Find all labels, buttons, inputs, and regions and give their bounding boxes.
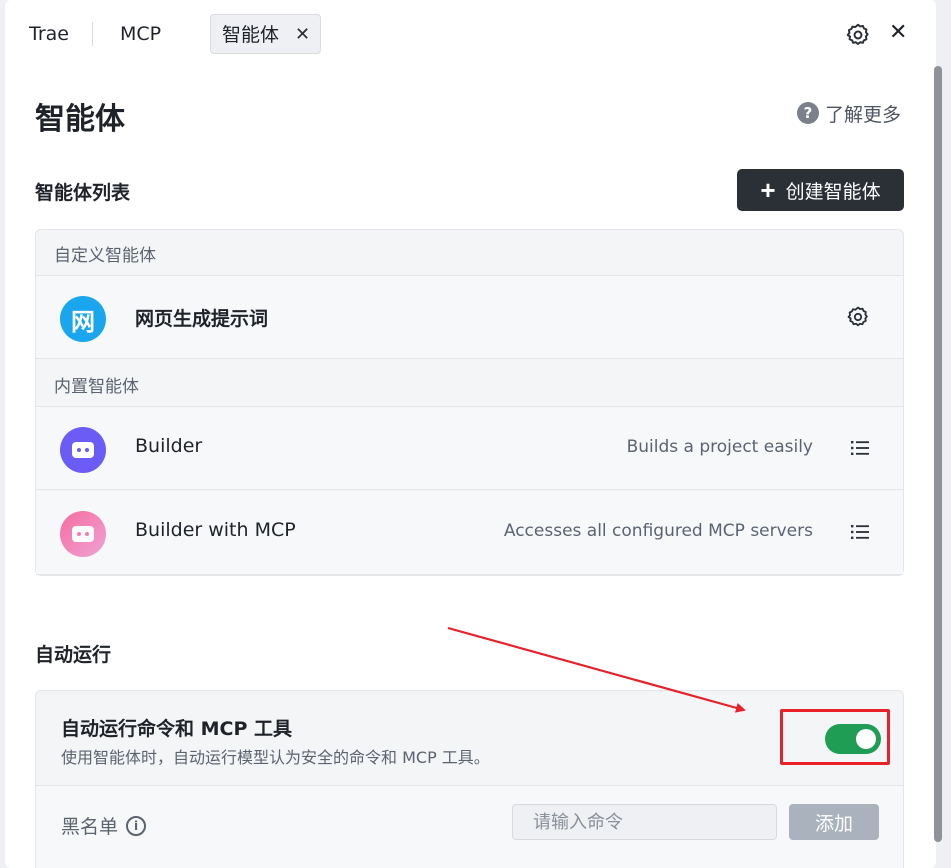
avatar [60, 511, 106, 557]
auto-run-title: 自动运行 [35, 644, 112, 666]
learn-more-label: 了解更多 [825, 103, 902, 126]
agent-list: 自定义智能体 网 网页生成提示词 内置智能体 Builder Builds a … [35, 229, 904, 576]
create-agent-label: 创建智能体 [785, 181, 881, 203]
agent-name: Builder with MCP [135, 519, 296, 541]
tab-separator [92, 22, 93, 46]
scrollbar[interactable] [934, 66, 942, 842]
question-circle-icon: ? [797, 102, 819, 124]
blacklist-row: 黑名单 i 添加 [36, 785, 903, 868]
gear-icon[interactable] [845, 22, 871, 48]
list-item[interactable]: 网 网页生成提示词 [36, 275, 903, 359]
create-agent-button[interactable]: + 创建智能体 [737, 169, 904, 211]
tab-agents-label: 智能体 [222, 24, 280, 46]
plus-icon: + [760, 175, 776, 205]
tab-bar: Trae MCP 智能体 ✕ ✕ [5, 0, 936, 70]
agent-description: Accesses all configured MCP servers [503, 521, 813, 541]
info-icon[interactable]: i [126, 815, 147, 836]
blacklist-label-text: 黑名单 [61, 816, 119, 838]
avatar: 网 [60, 296, 106, 342]
command-input[interactable] [512, 804, 777, 840]
avatar [60, 427, 106, 473]
close-icon[interactable]: ✕ [889, 18, 907, 48]
robot-icon [72, 442, 94, 458]
builtin-agents-label: 内置智能体 [54, 377, 139, 397]
agent-list-title: 智能体列表 [35, 182, 131, 204]
robot-icon [72, 526, 94, 542]
highlight-box [780, 709, 890, 765]
list-item[interactable]: Builder with MCP Accesses all configured… [36, 491, 903, 575]
list-item[interactable]: Builder Builds a project easily [36, 406, 903, 490]
agent-description: Builds a project easily [626, 437, 813, 457]
page-title: 智能体 [35, 102, 125, 137]
list-menu-icon[interactable] [850, 522, 870, 542]
auto-run-header: 自动运行命令和 MCP 工具 使用智能体时，自动运行模型认为安全的命令和 MCP… [36, 691, 903, 785]
learn-more-link[interactable]: ? 了解更多 [797, 100, 901, 126]
agent-name: Builder [135, 435, 203, 457]
add-button[interactable]: 添加 [789, 804, 879, 840]
tab-agents[interactable]: 智能体 ✕ [210, 14, 321, 54]
auto-run-option-description: 使用智能体时，自动运行模型认为安全的命令和 MCP 工具。 [61, 748, 490, 767]
auto-run-option-title: 自动运行命令和 MCP 工具 [61, 718, 293, 740]
tab-close-icon[interactable]: ✕ [295, 15, 310, 55]
auto-run-settings: 自动运行命令和 MCP 工具 使用智能体时，自动运行模型认为安全的命令和 MCP… [35, 690, 904, 868]
tab-trae[interactable]: Trae [29, 14, 69, 54]
agent-name: 网页生成提示词 [135, 308, 269, 330]
tab-mcp[interactable]: MCP [120, 14, 161, 54]
list-menu-icon[interactable] [850, 438, 870, 458]
custom-agents-label: 自定义智能体 [54, 246, 156, 266]
gear-icon[interactable] [846, 305, 870, 329]
blacklist-label: 黑名单 i [61, 812, 147, 839]
